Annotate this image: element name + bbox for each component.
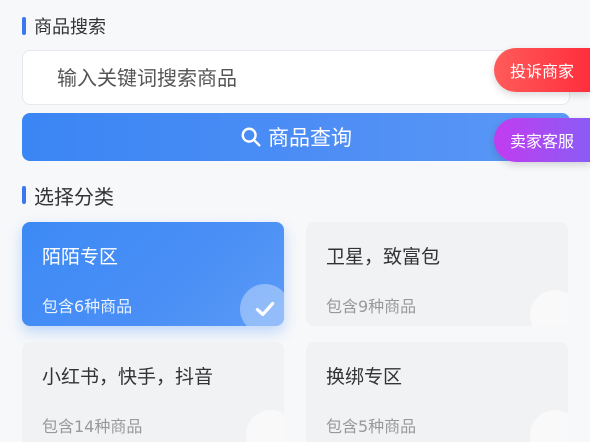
search-button[interactable]: 商品查询	[22, 113, 570, 161]
category-name: 陌陌专区	[42, 246, 119, 268]
category-name: 换绑专区	[326, 366, 403, 388]
category-card-social[interactable]: 小红书，快手，抖音 包含14种商品	[22, 342, 284, 442]
title-accent-bar	[22, 17, 26, 35]
search-input[interactable]	[57, 65, 477, 90]
category-name: 小红书，快手，抖音	[42, 366, 214, 388]
category-card-satellite[interactable]: 卫星，致富包 包含9种商品	[306, 222, 568, 326]
category-card-momo[interactable]: 陌陌专区 包含6种商品	[22, 222, 284, 326]
check-icon	[240, 284, 284, 326]
category-count: 包含9种商品	[326, 297, 417, 316]
search-button-label: 商品查询	[268, 126, 352, 150]
category-count: 包含14种商品	[42, 417, 143, 436]
category-name: 卫星，致富包	[326, 246, 441, 268]
category-count: 包含6种商品	[42, 297, 133, 316]
category-count: 包含5种商品	[326, 417, 417, 436]
category-card-rebind[interactable]: 换绑专区 包含5种商品	[306, 342, 568, 442]
seller-service-label: 卖家客服	[509, 132, 574, 151]
title-accent-bar	[22, 186, 26, 204]
category-section-title: 选择分类	[22, 182, 114, 209]
search-icon	[241, 127, 261, 147]
complain-seller-button[interactable]: 投诉商家	[494, 48, 590, 92]
search-box[interactable]	[22, 50, 570, 105]
category-section-title-text: 选择分类	[34, 184, 114, 209]
search-section-title-text: 商品搜索	[34, 17, 106, 38]
search-section-title: 商品搜索	[22, 14, 106, 38]
seller-service-button[interactable]: 卖家客服	[494, 118, 590, 162]
complain-seller-label: 投诉商家	[509, 62, 574, 81]
